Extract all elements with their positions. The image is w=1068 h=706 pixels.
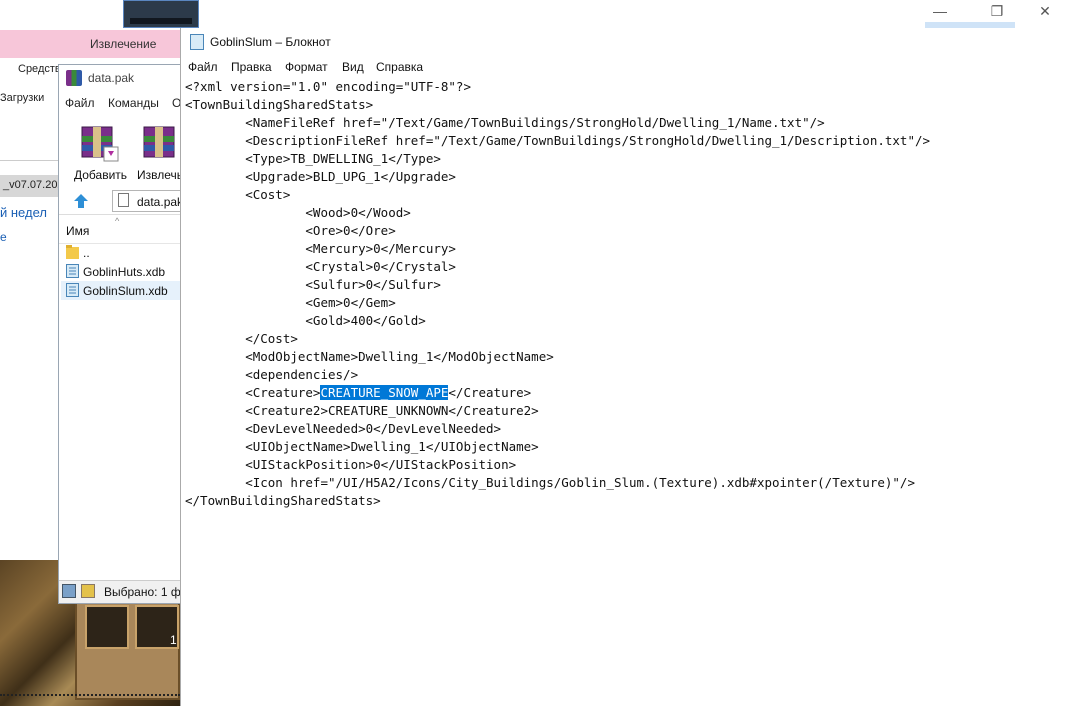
notepad-icon	[190, 34, 204, 50]
xdb-file-icon	[66, 264, 79, 278]
text-line: </TownBuildingSharedStats>	[185, 493, 381, 508]
notepad-title: GoblinSlum – Блокнот	[210, 35, 331, 49]
text-line: <TownBuildingSharedStats>	[185, 97, 374, 112]
text-line: <ModObjectName>Dwelling_1</ModObjectName…	[185, 349, 554, 364]
text-line: <Sulfur>0</Sulfur>	[185, 277, 441, 292]
downloads-label[interactable]: Загрузки	[0, 92, 44, 104]
file-row-goblinslum[interactable]: GoblinSlum.xdb	[83, 284, 168, 298]
menu-edit[interactable]: Правка	[231, 60, 272, 74]
text-line: <Gem>0</Gem>	[185, 295, 396, 310]
xdb-file-icon	[66, 283, 79, 297]
menu-format[interactable]: Формат	[285, 60, 328, 74]
background-text-fragment: е	[0, 230, 7, 244]
text-line: <Type>TB_DWELLING_1</Type>	[185, 151, 441, 166]
text-line: <Creature2>CREATURE_UNKNOWN</Creature2>	[185, 403, 539, 418]
archive-path[interactable]: data.pak	[137, 195, 183, 209]
extract-archive-icon[interactable]	[140, 123, 184, 163]
ribbon-title[interactable]: Извлечение	[90, 37, 156, 51]
text-line: <Upgrade>BLD_UPG_1</Upgrade>	[185, 169, 456, 184]
text-line: <?xml version="1.0" encoding="UTF-8"?>	[185, 79, 471, 94]
text-line: <Icon href="/UI/H5A2/Icons/City_Building…	[185, 475, 915, 490]
add-button[interactable]: Добавить	[74, 168, 127, 182]
winrar-menu-commands[interactable]: Команды	[108, 96, 159, 110]
text-line: <Ore>0</Ore>	[185, 223, 396, 238]
text-line: <Crystal>0</Crystal>	[185, 259, 456, 274]
text-line: <UIObjectName>Dwelling_1</UIObjectName>	[185, 439, 539, 454]
creature-close-tag: </Creature>	[448, 385, 532, 400]
text-line-creature: <Creature>CREATURE_SNOW_APE</Creature>	[185, 384, 1055, 402]
game-slot-count: 1	[170, 633, 177, 647]
winrar-icon	[66, 70, 82, 86]
text-line: <Gold>400</Gold>	[185, 313, 426, 328]
text-line: <dependencies/>	[185, 367, 359, 382]
text-line: <Mercury>0</Mercury>	[185, 241, 456, 256]
maximize-icon[interactable]: ❐	[982, 0, 1012, 22]
menu-view[interactable]: Вид	[342, 60, 364, 74]
text-line: <UIStackPosition>0</UIStackPosition>	[185, 457, 517, 472]
selected-text[interactable]: CREATURE_SNOW_APE	[320, 385, 449, 400]
text-line: </Cost>	[185, 331, 298, 346]
week-link[interactable]: й недел	[0, 205, 47, 220]
text-line: <NameFileRef href="/Text/Game/TownBuildi…	[185, 115, 825, 130]
text-line: <DescriptionFileRef href="/Text/Game/Tow…	[185, 133, 931, 148]
winrar-menu-file[interactable]: Файл	[65, 96, 95, 110]
sort-ascending-icon: ^	[115, 216, 120, 226]
up-arrow-icon[interactable]	[74, 194, 88, 208]
text-line: <Wood>0</Wood>	[185, 205, 411, 220]
file-row-goblinhuts[interactable]: GoblinHuts.xdb	[83, 265, 165, 279]
version-tag-text[interactable]: _v07.07.202	[3, 179, 64, 191]
text-line: <Cost>	[185, 187, 291, 202]
minimize-icon[interactable]: —	[925, 0, 955, 22]
winrar-title: data.pak	[88, 71, 135, 85]
divider	[0, 160, 58, 161]
menu-help[interactable]: Справка	[376, 60, 423, 74]
thumbnail-preview	[130, 18, 192, 24]
menu-file[interactable]: Файл	[188, 60, 218, 74]
lock-icon[interactable]	[81, 584, 95, 598]
close-icon[interactable]: ✕	[1030, 0, 1060, 22]
extract-button[interactable]: Извлечь	[137, 168, 183, 182]
dotted-border	[0, 694, 180, 698]
divider	[59, 214, 181, 215]
folder-up-icon	[66, 245, 79, 259]
file-icon	[118, 193, 129, 207]
selection-status: Выбрано: 1 фа	[104, 585, 188, 599]
text-editor-area[interactable]: <?xml version="1.0" encoding="UTF-8"?> <…	[185, 78, 1055, 510]
text-line: <DevLevelNeeded>0</DevLevelNeeded>	[185, 421, 502, 436]
add-archive-icon[interactable]	[78, 123, 122, 163]
drive-icon[interactable]	[62, 584, 76, 598]
column-header-name[interactable]: Имя	[66, 224, 89, 238]
creature-open-tag: <Creature>	[185, 385, 321, 400]
game-slot	[85, 605, 129, 649]
file-row-parent[interactable]: ..	[83, 246, 90, 260]
background-explorer	[0, 82, 58, 560]
